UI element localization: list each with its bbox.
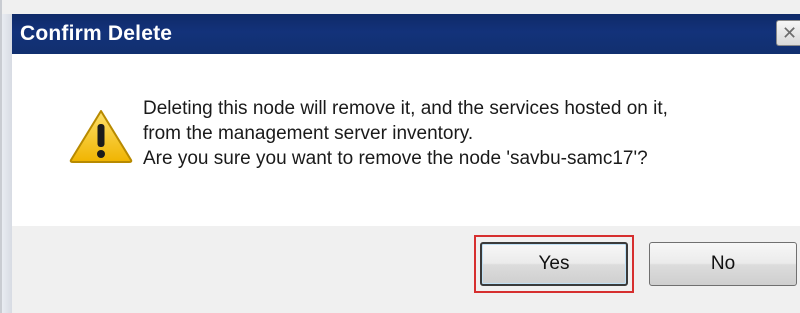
- warning-icon: [69, 110, 133, 163]
- message-line: from the management server inventory.: [143, 123, 474, 144]
- yes-button[interactable]: Yes: [480, 242, 628, 286]
- yes-button-label: Yes: [538, 253, 570, 274]
- dialog-title: Confirm Delete: [20, 22, 173, 45]
- dialog-body: Deleting this node will remove it, and t…: [12, 54, 800, 228]
- no-button-label: No: [710, 253, 736, 274]
- window-frame: [2, 14, 12, 313]
- message-line: Are you sure you want to remove the node…: [143, 148, 648, 169]
- message-line: Deleting this node will remove it, and t…: [143, 98, 668, 119]
- no-button[interactable]: No: [649, 242, 797, 286]
- close-icon: ✕: [782, 22, 798, 44]
- confirmation-message: Deleting this node will remove it, and t…: [143, 96, 668, 171]
- confirm-delete-dialog: Confirm Delete ✕ Deleting this node will…: [0, 0, 800, 313]
- title-bar[interactable]: Confirm Delete ✕: [12, 14, 800, 54]
- close-button[interactable]: ✕: [776, 20, 800, 46]
